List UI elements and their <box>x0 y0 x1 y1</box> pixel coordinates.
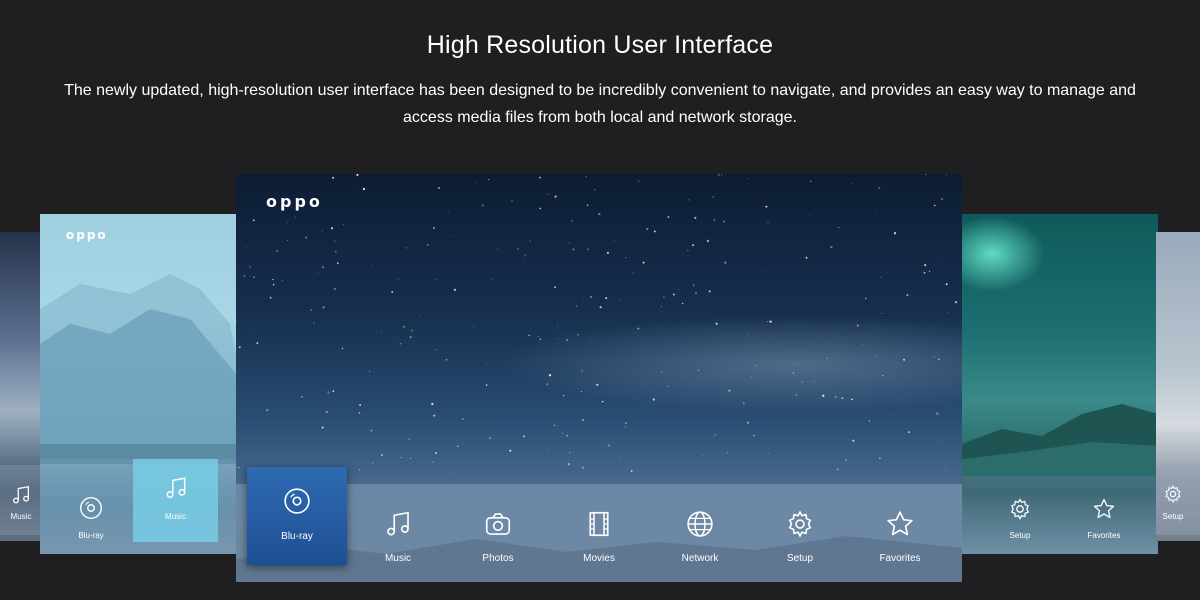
music-icon <box>13 485 29 504</box>
main-favorites-item[interactable]: Favorites <box>870 509 930 564</box>
far-right-setup-label: Setup <box>1162 512 1184 521</box>
main-music-item[interactable]: Music <box>368 509 428 564</box>
main-photos-item[interactable]: Photos <box>468 509 528 564</box>
film-icon <box>589 511 609 537</box>
right-favorites-label: Favorites <box>1087 531 1121 540</box>
main-bluray-item-highlighted[interactable]: Blu-ray <box>247 467 347 565</box>
oppo-logo: oppo <box>266 192 323 211</box>
music-icon <box>166 477 185 498</box>
star-icon <box>887 511 913 536</box>
right-setup-label: Setup <box>1009 531 1031 540</box>
left-music-item-highlighted[interactable]: Music <box>133 459 218 542</box>
oppo-logo: oppo <box>66 228 108 242</box>
left-music-label: Music <box>165 512 186 521</box>
far-right-menu-bar: Setup <box>1156 465 1200 535</box>
main-movies-label: Movies <box>583 553 615 564</box>
main-photos-label: Photos <box>482 553 514 564</box>
star-icon <box>1093 498 1115 519</box>
right-menu-bar: Setup Favorites <box>962 476 1158 554</box>
far-left-music-item[interactable]: Music <box>0 484 42 521</box>
main-bluray-label: Blu-ray <box>281 531 313 542</box>
far-left-screen-preview[interactable]: Music <box>0 232 42 541</box>
music-icon <box>387 511 409 536</box>
page-description: The newly updated, high-resolution user … <box>64 82 1136 126</box>
main-network-item[interactable]: Network <box>670 509 730 564</box>
far-right-setup-item[interactable]: Setup <box>1156 484 1196 521</box>
far-right-screen-preview[interactable]: Setup <box>1156 232 1200 541</box>
main-network-label: Network <box>681 553 719 564</box>
camera-icon <box>485 513 511 535</box>
right-favorites-item[interactable]: Favorites <box>1074 497 1134 540</box>
left-bluray-item[interactable]: Blu-ray <box>60 495 122 540</box>
page-title: High Resolution User Interface <box>426 31 774 59</box>
left-bluray-label: Blu-ray <box>78 531 104 540</box>
main-movies-item[interactable]: Movies <box>569 509 629 564</box>
far-left-menu-bar: Music <box>0 465 42 535</box>
gear-icon <box>1010 498 1030 520</box>
far-left-music-label: Music <box>10 512 32 521</box>
gear-icon <box>788 510 812 538</box>
disc-icon <box>80 497 102 519</box>
left-screen-preview[interactable]: oppo Blu-ray Music <box>40 214 236 554</box>
right-setup-item[interactable]: Setup <box>990 497 1050 540</box>
disc-icon <box>284 488 310 514</box>
main-favorites-label: Favorites <box>879 553 921 564</box>
left-menu-bar: Blu-ray Music <box>40 459 236 554</box>
main-setup-item[interactable]: Setup <box>770 509 830 564</box>
gear-icon <box>1165 484 1181 504</box>
globe-icon <box>687 511 713 537</box>
main-setup-label: Setup <box>786 553 814 564</box>
right-screen-preview[interactable]: Setup Favorites <box>962 214 1158 554</box>
main-music-label: Music <box>384 553 412 564</box>
main-screen-preview[interactable]: oppo Music Photos Movies Network Setup F… <box>236 174 962 582</box>
